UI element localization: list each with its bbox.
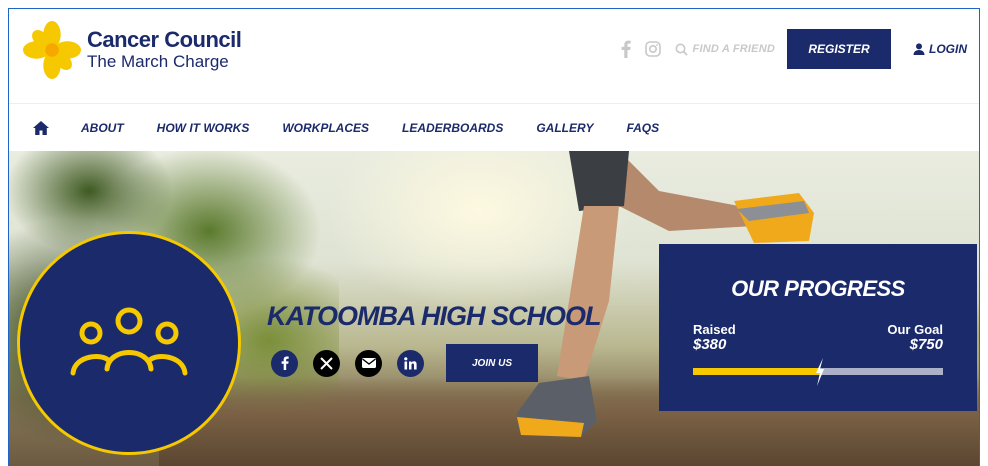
facebook-icon[interactable] — [621, 40, 631, 58]
page-frame: Cancer Council The March Charge FIND A F… — [8, 8, 980, 466]
hero-banner: KATOOMBA HIGH SCHOOL JOIN US OUR PROGRES… — [9, 151, 979, 466]
goal-stat: Our Goal $750 — [887, 322, 943, 353]
progress-title: OUR PROGRESS — [731, 276, 905, 301]
raised-value: $380 — [693, 336, 727, 353]
linkedin-share-icon[interactable] — [397, 349, 424, 377]
nav-item-about[interactable]: ABOUT — [81, 121, 124, 135]
x-share-icon[interactable] — [313, 349, 340, 377]
user-icon — [913, 43, 925, 55]
goal-label: Our Goal — [887, 322, 943, 337]
progress-bar-fill — [693, 368, 820, 375]
nav-item-workplaces[interactable]: WORKPLACES — [282, 121, 369, 135]
top-actions: FIND A FRIEND REGISTER LOGIN — [621, 29, 979, 69]
team-name-heading: KATOOMBA HIGH SCHOOL — [267, 301, 601, 331]
site-header: Cancer Council The March Charge FIND A F… — [9, 9, 979, 103]
progress-bar-track — [693, 358, 943, 386]
facebook-share-icon[interactable] — [271, 349, 298, 377]
nav-item-faqs[interactable]: FAQS — [626, 121, 659, 135]
find-a-friend-link[interactable]: FIND A FRIEND — [675, 43, 775, 56]
login-label: LOGIN — [929, 42, 967, 56]
logo[interactable]: Cancer Council The March Charge — [23, 19, 283, 81]
raised-stat: Raised $380 — [693, 322, 736, 353]
login-link[interactable]: LOGIN — [913, 42, 967, 56]
brand-tagline: The March Charge — [87, 52, 229, 71]
nav-item-gallery[interactable]: GALLERY — [536, 121, 593, 135]
search-icon — [675, 43, 688, 56]
daffodil-logo-icon — [23, 21, 81, 79]
progress-card: OUR PROGRESS Raised $380 Our Goal $750 — [659, 244, 977, 411]
register-button[interactable]: REGISTER — [787, 29, 891, 69]
nav-item-how-it-works[interactable]: HOW IT WORKS — [157, 121, 250, 135]
raised-label: Raised — [693, 322, 736, 337]
home-icon[interactable] — [33, 119, 51, 137]
share-row: JOIN US — [271, 344, 538, 382]
nav-item-leaderboards[interactable]: LEADERBOARDS — [402, 121, 503, 135]
instagram-icon[interactable] — [644, 41, 661, 57]
goal-value: $750 — [909, 336, 943, 353]
join-us-button[interactable]: JOIN US — [446, 344, 538, 382]
lightning-marker-icon — [815, 358, 824, 386]
email-share-icon[interactable] — [355, 349, 382, 377]
brand-name: Cancer Council — [87, 27, 242, 52]
main-nav: ABOUT HOW IT WORKS WORKPLACES LEADERBOAR… — [9, 103, 979, 151]
find-a-friend-label: FIND A FRIEND — [692, 43, 775, 55]
team-avatar — [17, 231, 241, 455]
team-group-icon — [70, 307, 188, 376]
